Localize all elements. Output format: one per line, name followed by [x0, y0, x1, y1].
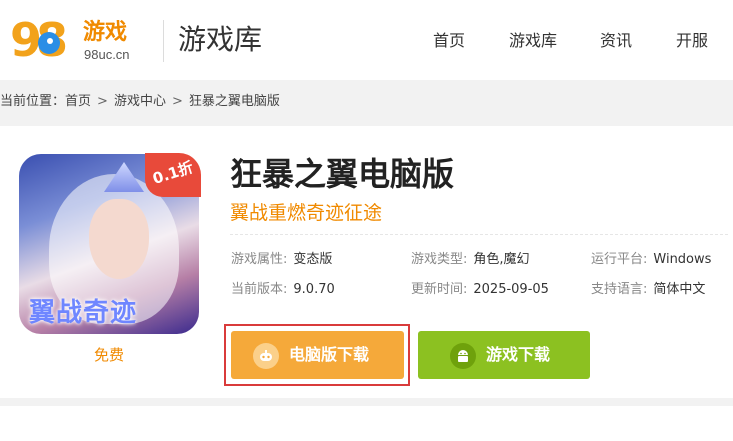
- nav-item-home[interactable]: 首页: [433, 30, 465, 52]
- info-genre: 游戏类型: 角色,魔幻: [411, 251, 530, 269]
- info-divider: [230, 234, 728, 235]
- info-updated: 更新时间: 2025-09-05: [411, 281, 549, 299]
- discount-badge: 0.1折: [145, 153, 201, 197]
- game-detail-card: 翼战奇迹 0.1折 免费 狂暴之翼电脑版 翼战重燃奇迹征途 游戏属性: 变态版 游…: [0, 126, 733, 398]
- breadcrumb-separator: >: [171, 94, 183, 109]
- gamepad-icon: [253, 343, 279, 369]
- nav-item-game-library[interactable]: 游戏库: [509, 30, 557, 52]
- game-download-label: 游戏下载: [486, 345, 551, 364]
- info-key: 当前版本:: [231, 282, 288, 297]
- info-key: 游戏类型:: [411, 252, 468, 267]
- breadcrumb-separator: >: [97, 94, 108, 109]
- info-key: 运行平台:: [591, 252, 648, 267]
- breadcrumb: 当前位置：首页 > 游戏中心 > 狂暴之翼电脑版: [0, 93, 280, 111]
- cover-face: [89, 199, 149, 279]
- android-icon: [450, 343, 476, 369]
- pc-download-button[interactable]: 电脑版下载: [231, 331, 404, 379]
- cover-title-art: 翼战奇迹: [29, 298, 138, 328]
- info-platform: 运行平台: Windows: [591, 251, 711, 269]
- breadcrumb-prefix: 当前位置：: [0, 94, 66, 109]
- info-value: 2025-09-05: [473, 282, 549, 297]
- breadcrumb-home[interactable]: 首页: [65, 93, 91, 111]
- breadcrumb-current[interactable]: 狂暴之翼电脑版: [189, 93, 280, 111]
- price-label: 免费: [93, 346, 124, 364]
- info-value: 变态版: [293, 252, 333, 267]
- nav-item-servers[interactable]: 开服: [676, 30, 708, 52]
- next-section-card: [0, 406, 733, 441]
- info-value: Windows: [653, 252, 712, 267]
- info-value: 角色,魔幻: [473, 252, 530, 267]
- nav-item-news[interactable]: 资讯: [600, 30, 632, 52]
- info-version: 当前版本: 9.0.70: [231, 281, 335, 299]
- info-key: 游戏属性:: [231, 252, 288, 267]
- info-key: 支持语言:: [591, 282, 648, 297]
- pc-download-label: 电脑版下载: [289, 345, 370, 364]
- discount-badge-text: 0.1折: [150, 158, 196, 188]
- game-subtitle: 翼战重燃奇迹征途: [230, 202, 383, 224]
- info-language: 支持语言: 简体中文: [591, 281, 705, 299]
- main-nav: 首页 游戏库 资讯 开服: [0, 30, 733, 52]
- game-download-button[interactable]: 游戏下载: [418, 331, 590, 379]
- breadcrumb-game-center[interactable]: 游戏中心: [114, 93, 166, 111]
- info-value: 9.0.70: [293, 282, 335, 297]
- info-attribute: 游戏属性: 变态版: [231, 251, 332, 269]
- site-header: 98 游戏 98uc.cn 游戏库 首页 游戏库 资讯 开服: [0, 0, 733, 80]
- info-key: 更新时间:: [411, 282, 468, 297]
- game-title: 狂暴之翼电脑版: [230, 155, 455, 193]
- info-value: 简体中文: [653, 282, 706, 297]
